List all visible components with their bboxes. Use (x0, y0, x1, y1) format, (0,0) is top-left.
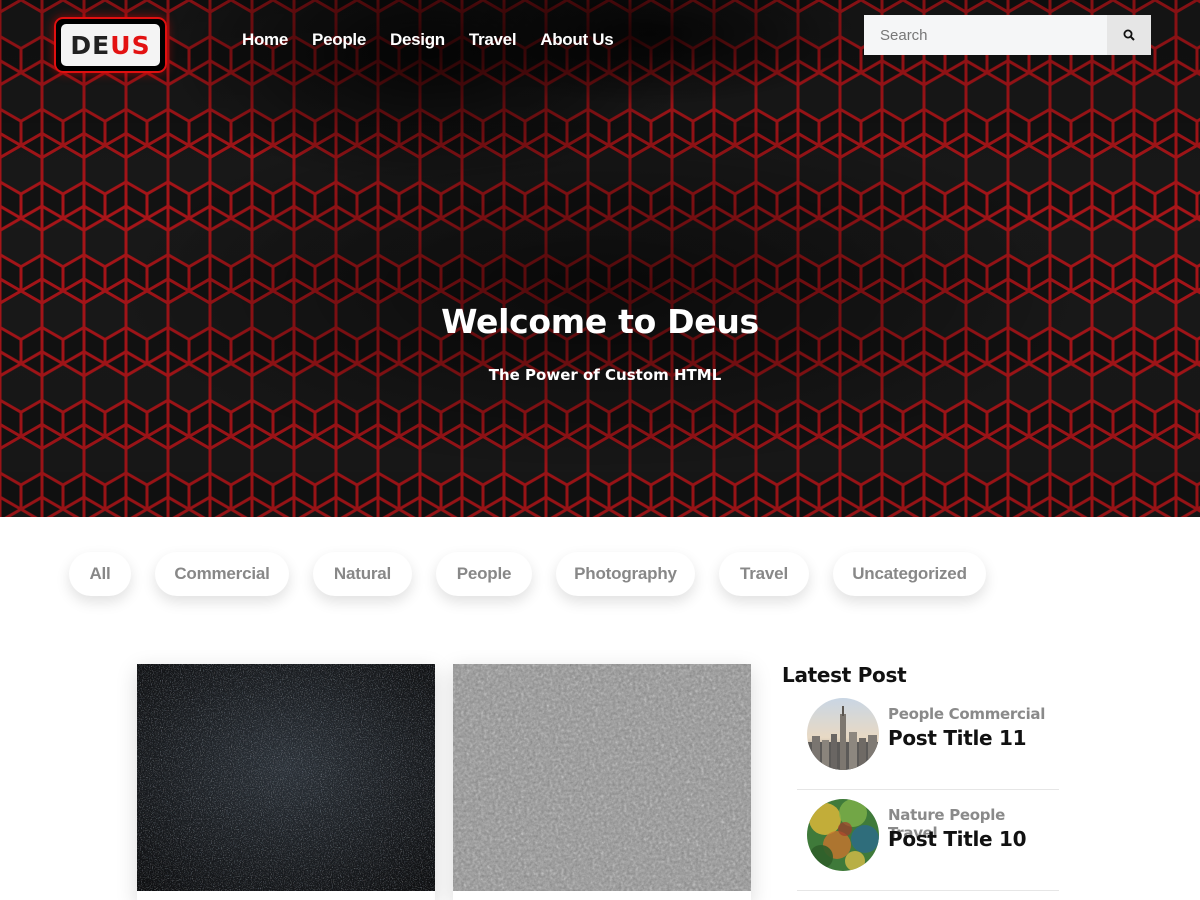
search-button[interactable] (1107, 15, 1151, 55)
nav-item-travel[interactable]: Travel (469, 30, 517, 50)
post-title[interactable]: Post Title 10 (888, 827, 1027, 851)
filter-travel[interactable]: Travel (719, 552, 809, 596)
card-image-gray-texture (453, 664, 751, 891)
post-thumbnail-city (807, 698, 879, 770)
search-icon (1123, 29, 1135, 41)
filter-people[interactable]: People (436, 552, 532, 596)
logo-wordmark: DE US (61, 24, 160, 66)
hero-title: Welcome to Deus (441, 302, 759, 341)
latest-post-item[interactable]: Nature People Travel Post Title 10 (797, 791, 1059, 891)
post-thumbnail-painting (807, 799, 879, 871)
colorful-painting-image (807, 799, 879, 871)
logo-text-de: DE (70, 30, 111, 60)
filter-all[interactable]: All (69, 552, 131, 596)
logo-text-us: US (110, 30, 151, 60)
main-nav: Home People Design Travel About Us (242, 30, 614, 50)
nav-item-design[interactable]: Design (390, 30, 445, 50)
post-categories: People Commercial (888, 705, 1046, 723)
city-skyline-image (807, 698, 879, 770)
search-box (864, 15, 1151, 55)
latest-post-item[interactable]: People Commercial Post Title 11 (797, 690, 1059, 790)
nav-item-home[interactable]: Home (242, 30, 288, 50)
card-image-dark-texture (137, 664, 435, 891)
portfolio-card[interactable] (453, 664, 751, 900)
hero-banner: DE US Home People Design Travel About Us … (0, 0, 1200, 517)
hero-subtitle: The Power of Custom HTML (488, 366, 722, 384)
search-input[interactable] (864, 15, 1107, 55)
filter-commercial[interactable]: Commercial (155, 552, 289, 596)
latest-post-heading: Latest Post (782, 663, 907, 687)
filter-natural[interactable]: Natural (313, 552, 412, 596)
nav-item-about-us[interactable]: About Us (540, 30, 613, 50)
filter-uncategorized[interactable]: Uncategorized (833, 552, 986, 596)
post-title[interactable]: Post Title 11 (888, 726, 1027, 750)
filter-photography[interactable]: Photography (556, 552, 695, 596)
nav-item-people[interactable]: People (312, 30, 366, 50)
hero-overlay (0, 0, 1200, 517)
site-logo[interactable]: DE US (54, 17, 167, 73)
portfolio-card[interactable] (137, 664, 435, 900)
